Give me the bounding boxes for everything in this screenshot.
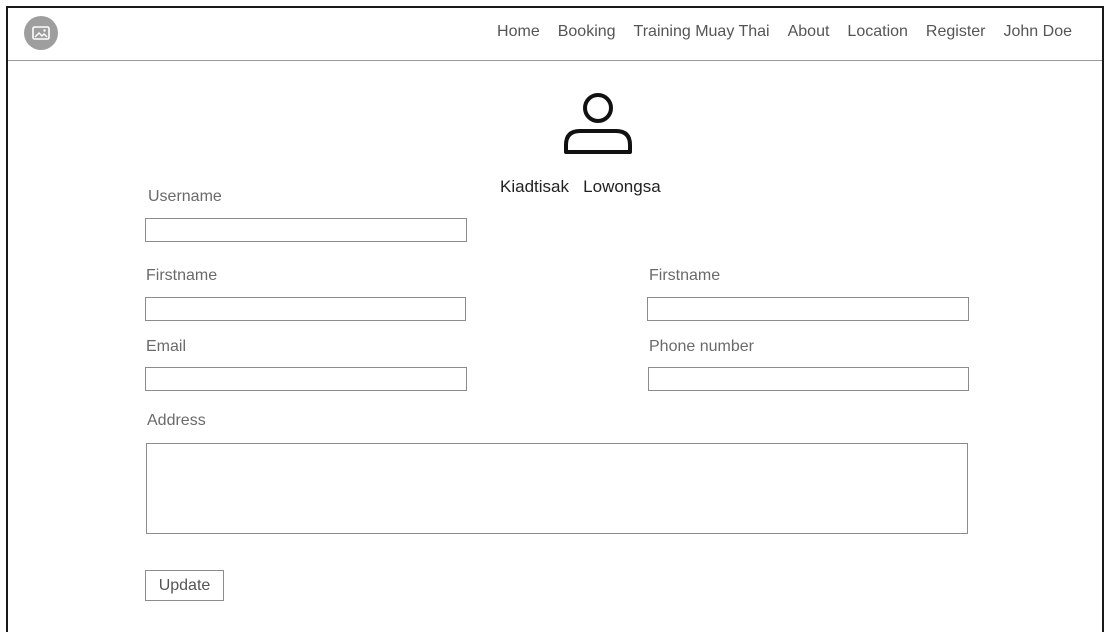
- nav-link-about[interactable]: About: [788, 23, 830, 41]
- top-navbar: Home Booking Training Muay Thai About Lo…: [8, 8, 1102, 61]
- profile-last-name: Lowongsa: [583, 177, 661, 196]
- firstname-right-label: Firstname: [649, 267, 721, 284]
- firstname-left-label: Firstname: [146, 267, 218, 284]
- update-button[interactable]: Update: [145, 570, 224, 601]
- email-label: Email: [146, 338, 187, 355]
- nav-link-home[interactable]: Home: [497, 23, 540, 41]
- email-input[interactable]: [145, 367, 467, 391]
- nav-links: Home Booking Training Muay Thai About Lo…: [479, 23, 1072, 41]
- username-input[interactable]: [145, 218, 467, 242]
- profile-name: Kiadtisak Lowongsa: [500, 177, 661, 197]
- user-icon: [564, 93, 632, 154]
- nav-link-user[interactable]: John Doe: [1004, 23, 1073, 41]
- image-icon: [32, 26, 50, 40]
- nav-link-training[interactable]: Training Muay Thai: [634, 23, 770, 41]
- address-label: Address: [147, 412, 206, 429]
- nav-link-location[interactable]: Location: [847, 23, 908, 41]
- phone-input[interactable]: [648, 367, 969, 391]
- nav-link-register[interactable]: Register: [926, 23, 986, 41]
- address-textarea[interactable]: [146, 443, 968, 534]
- profile-first-name: Kiadtisak: [500, 177, 569, 196]
- logo-image-icon[interactable]: [24, 16, 58, 50]
- nav-link-booking[interactable]: Booking: [558, 23, 616, 41]
- phone-label: Phone number: [649, 338, 754, 355]
- firstname-left-input[interactable]: [145, 297, 466, 321]
- firstname-right-input[interactable]: [647, 297, 969, 321]
- username-label: Username: [148, 188, 222, 205]
